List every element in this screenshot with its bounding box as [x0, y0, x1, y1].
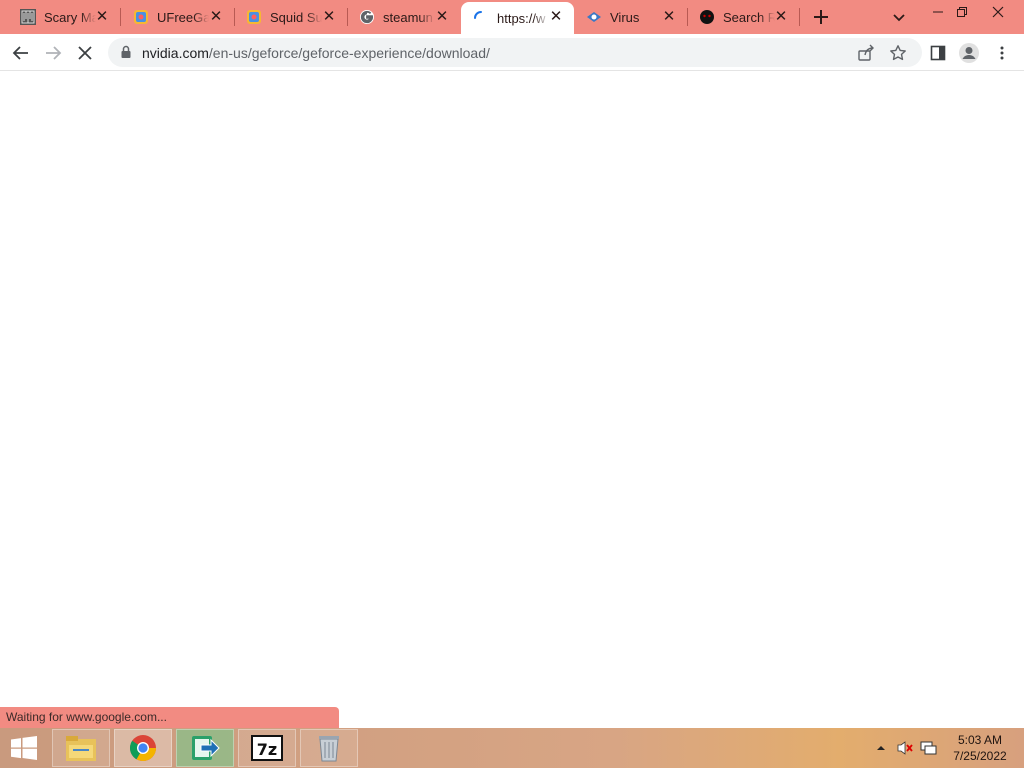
tab-search[interactable]: Search R ✕	[687, 0, 800, 34]
taskbar-file-explorer[interactable]	[52, 729, 110, 767]
installer-arrow-icon	[192, 736, 220, 760]
dark-face-favicon-icon	[699, 9, 715, 25]
taskbar-recycle-bin[interactable]	[300, 729, 358, 767]
ufreegames-favicon-icon	[133, 9, 149, 25]
tab-search-button[interactable]	[890, 8, 908, 26]
forward-button[interactable]	[41, 41, 65, 65]
clock-date: 7/25/2022	[953, 749, 1007, 763]
close-icon[interactable]: ✕	[434, 9, 450, 25]
ufreegames-favicon-icon	[246, 9, 262, 25]
plus-icon	[814, 10, 828, 24]
virus-favicon-icon	[586, 9, 602, 25]
close-window-button[interactable]	[986, 3, 1010, 21]
taskbar-7zip[interactable]: 7z	[238, 729, 296, 767]
tab-virus[interactable]: Virus ✕	[574, 0, 688, 34]
page-content	[0, 71, 1024, 728]
close-icon	[78, 46, 92, 60]
network-button[interactable]	[918, 728, 940, 768]
seven-zip-icon: 7z	[251, 735, 283, 761]
tab-ufreegames[interactable]: UFreeGames ✕	[121, 0, 235, 34]
close-icon[interactable]: ✕	[773, 9, 789, 25]
close-icon[interactable]: ✕	[548, 9, 564, 25]
status-bubble: Waiting for www.google.com...	[0, 707, 339, 728]
address-bar[interactable]: nvidia.com/en-us/geforce/geforce-experie…	[108, 38, 922, 67]
url-path: /en-us/geforce/geforce-experience/downlo…	[208, 45, 490, 61]
minimize-button[interactable]	[926, 3, 950, 21]
arrow-left-icon	[12, 46, 28, 60]
close-icon	[992, 6, 1004, 18]
tab-title: steamun	[383, 9, 433, 25]
back-button[interactable]	[9, 41, 33, 65]
browser-toolbar: nvidia.com/en-us/geforce/geforce-experie…	[0, 34, 1024, 71]
tab-squid[interactable]: Squid Sur ✕	[234, 0, 348, 34]
minimize-icon	[933, 11, 943, 13]
volume-muted-button[interactable]	[894, 728, 916, 768]
chevron-down-icon	[893, 14, 905, 22]
chrome-icon	[129, 735, 157, 762]
new-tab-button[interactable]	[810, 6, 832, 28]
speaker-muted-icon	[897, 741, 913, 755]
tab-separator	[799, 8, 800, 26]
google-favicon-icon	[359, 9, 375, 25]
tab-title: Virus	[610, 9, 640, 25]
restore-button[interactable]	[950, 3, 974, 21]
close-icon[interactable]: ✕	[208, 9, 224, 25]
url-host: nvidia.com	[142, 45, 209, 61]
tab-title: Squid Sur	[270, 9, 322, 25]
loading-spinner-icon	[473, 10, 489, 26]
menu-button[interactable]	[990, 41, 1014, 65]
tab-scary-maze[interactable]: Scary Maze ✕	[0, 0, 121, 34]
network-icon	[920, 741, 937, 755]
url-text[interactable]: nvidia.com/en-us/geforce/geforce-experie…	[142, 45, 490, 61]
tab-title: Search R	[723, 9, 775, 25]
arrow-right-icon	[46, 46, 62, 60]
taskbar-clock[interactable]: 5:03 AM 7/25/2022	[944, 732, 1016, 764]
stop-loading-button[interactable]	[73, 41, 97, 65]
tray-overflow-button[interactable]	[874, 728, 888, 768]
tab-active-loading[interactable]: https://w ✕	[461, 2, 574, 34]
maze-favicon-icon	[20, 9, 36, 25]
share-icon[interactable]	[856, 43, 876, 63]
restore-icon	[957, 7, 967, 17]
recycle-bin-icon	[319, 736, 339, 762]
windows-logo-icon	[11, 736, 37, 760]
avatar-icon	[959, 43, 979, 63]
taskbar-chrome[interactable]	[114, 729, 172, 767]
close-icon[interactable]: ✕	[94, 9, 110, 25]
tab-title: UFreeGames	[157, 9, 209, 25]
kebab-menu-icon	[1000, 46, 1004, 60]
seven-zip-label: 7z	[257, 740, 277, 759]
windows-taskbar: 7z 5:03 AM 7/25/2022	[0, 728, 1024, 768]
bookmark-star-icon[interactable]	[888, 43, 908, 63]
tab-strip: Scary Maze ✕ UFreeGames ✕ Squid Sur ✕ st…	[0, 0, 1024, 34]
close-icon[interactable]: ✕	[321, 9, 337, 25]
side-panel-icon	[930, 45, 946, 61]
file-explorer-icon	[66, 736, 96, 761]
chevron-up-icon	[877, 746, 885, 750]
profile-button[interactable]	[957, 41, 981, 65]
clock-time: 5:03 AM	[957, 733, 1003, 747]
lock-icon[interactable]	[120, 45, 132, 64]
tab-title: https://w	[497, 10, 546, 26]
taskbar-installer[interactable]	[176, 729, 234, 767]
close-icon[interactable]: ✕	[661, 9, 677, 25]
tab-steamun[interactable]: steamun ✕	[347, 0, 460, 34]
tab-title: Scary Maze	[44, 9, 96, 25]
side-panel-button[interactable]	[926, 41, 950, 65]
start-button[interactable]	[0, 728, 48, 768]
